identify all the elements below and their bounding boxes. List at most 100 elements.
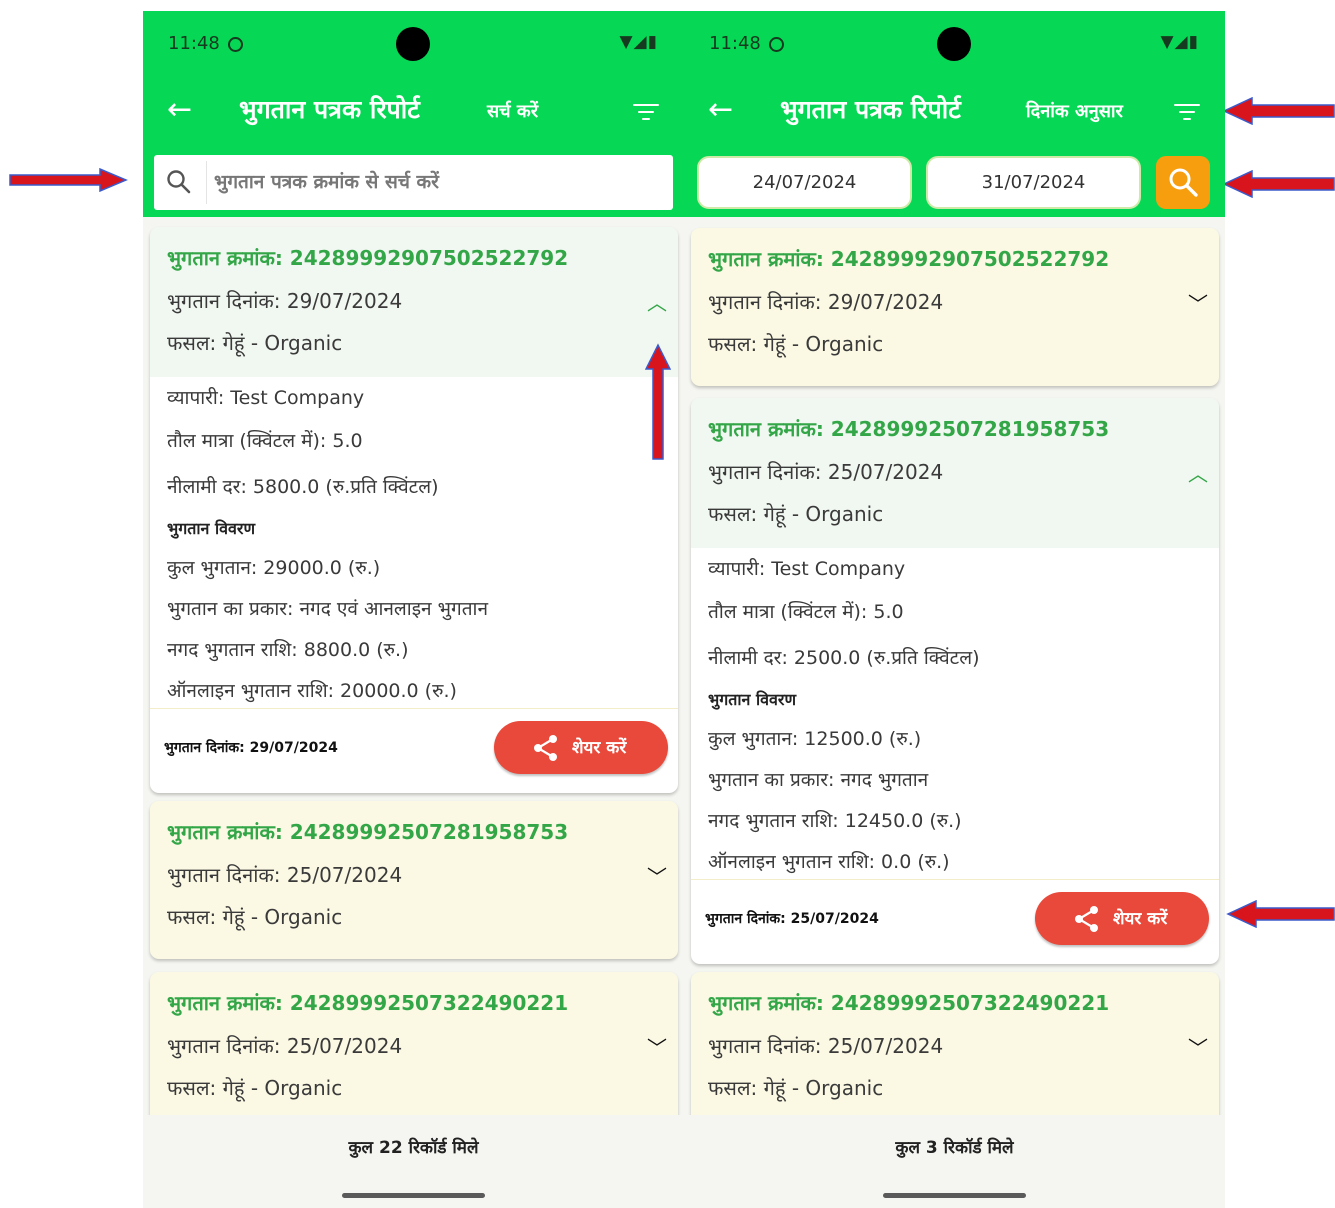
phone-screen-date-filter: 11:48 ▼◢▮ ← भुगतान पत्रक रिपोर्ट दिनांक … <box>684 11 1225 1208</box>
chevron-down-icon[interactable]: ﹀ <box>647 867 667 887</box>
share-label: शेयर करें <box>1113 909 1168 929</box>
payment-card-expanded-body: भुगतान क्रमांक: 24289992907502522792 भुग… <box>150 227 678 793</box>
page-title: भुगतान पत्रक रिपोर्ट <box>780 95 961 124</box>
payment-card: भुगतान क्रमांक: 24289992907502522792 भुग… <box>691 228 1219 386</box>
app-header: 11:48 ▼◢▮ ← भुगतान पत्रक रिपोर्ट सर्च कर… <box>143 11 684 217</box>
cash-payment: नगद भुगतान राशि: 12450.0 (रु.) <box>708 810 962 832</box>
payment-details-heading: भुगतान विवरण <box>708 690 797 709</box>
weight-quantity: तौल मात्रा (क्विंटल में): 5.0 <box>708 601 904 623</box>
phone-screen-search: 11:48 ▼◢▮ ← भुगतान पत्रक रिपोर्ट सर्च कर… <box>143 11 684 1208</box>
status-ring-icon <box>769 37 784 52</box>
payment-number: भुगतान क्रमांक: 24289992907502522792 <box>708 247 1110 271</box>
status-ring-icon <box>228 37 243 52</box>
chevron-up-icon[interactable]: ︿ <box>1188 464 1208 484</box>
to-date-field[interactable]: 31/07/2024 <box>926 156 1141 209</box>
payment-type: भुगतान का प्रकार: नगद भुगतान <box>708 769 929 791</box>
weight-quantity: तौल मात्रा (क्विंटल में): 5.0 <box>167 430 363 452</box>
status-icons: ▼◢▮ <box>1160 32 1199 52</box>
search-icon <box>1169 168 1198 197</box>
annotation-arrow-share-right <box>1226 900 1335 928</box>
crop-name: फसल: गेहूं - Organic <box>167 331 343 355</box>
filter-icon[interactable] <box>633 101 659 123</box>
share-icon <box>534 735 557 761</box>
chevron-up-icon[interactable]: ︿ <box>647 293 667 313</box>
payment-date: भुगतान दिनांक: 29/07/2024 <box>167 289 403 313</box>
crop-name: फसल: गेहूं - Organic <box>708 332 884 356</box>
payment-date: भुगतान दिनांक: 25/07/2024 <box>167 1034 403 1058</box>
back-arrow-icon[interactable]: ← <box>167 92 192 128</box>
search-input[interactable] <box>214 162 664 202</box>
payment-date: भुगतान दिनांक: 25/07/2024 <box>708 1034 944 1058</box>
card-header[interactable]: भुगतान क्रमांक: 24289992507281958753 भुग… <box>691 398 1219 548</box>
payment-date: भुगतान दिनांक: 25/07/2024 <box>708 460 944 484</box>
app-header: 11:48 ▼◢▮ ← भुगतान पत्रक रिपोर्ट दिनांक … <box>684 11 1225 217</box>
annotation-arrow-collapse <box>645 343 671 460</box>
payment-number: भुगतान क्रमांक: 24289992507322490221 <box>708 991 1110 1015</box>
home-indicator[interactable] <box>342 1193 485 1198</box>
date-mode-label[interactable]: दिनांक अनुसार <box>1026 99 1123 125</box>
card-divider <box>150 708 678 709</box>
page-title: भुगतान पत्रक रिपोर्ट <box>239 95 420 124</box>
crop-name: फसल: गेहूं - Organic <box>167 905 343 929</box>
payment-number: भुगतान क्रमांक: 24289992507322490221 <box>167 991 569 1015</box>
footer-payment-date: भुगतान दिनांक: 25/07/2024 <box>705 911 879 927</box>
share-label: शेयर करें <box>572 738 627 758</box>
payment-type: भुगतान का प्रकार: नगद एवं आनलाइन भुगतान <box>167 598 488 620</box>
total-payment: कुल भुगतान: 29000.0 (रु.) <box>167 557 381 579</box>
record-count: कुल 22 रिकॉर्ड मिले <box>348 1138 479 1158</box>
share-icon <box>1075 906 1098 932</box>
payment-details-heading: भुगतान विवरण <box>167 519 256 538</box>
date-search-button[interactable] <box>1156 156 1210 209</box>
payment-date: भुगतान दिनांक: 29/07/2024 <box>708 290 944 314</box>
payment-list: भुगतान क्रमांक: 24289992907502522792 भुग… <box>684 217 1225 1115</box>
record-count: कुल 3 रिकॉर्ड मिले <box>895 1138 1014 1158</box>
footer-payment-date: भुगतान दिनांक: 29/07/2024 <box>164 740 338 756</box>
home-indicator[interactable] <box>883 1193 1026 1198</box>
share-button[interactable]: शेयर करें <box>1035 892 1209 945</box>
card-header[interactable]: भुगतान क्रमांक: 24289992507281958753 भुग… <box>150 801 678 951</box>
card-header[interactable]: भुगतान क्रमांक: 24289992907502522792 भुग… <box>691 228 1219 378</box>
chevron-down-icon[interactable]: ﹀ <box>1188 294 1208 314</box>
record-count-bar: कुल 22 रिकॉर्ड मिले <box>143 1115 684 1185</box>
search-mode-label[interactable]: सर्च करें <box>487 99 538 125</box>
online-payment: ऑनलाइन भुगतान राशि: 20000.0 (रु.) <box>167 680 457 702</box>
back-arrow-icon[interactable]: ← <box>708 92 733 128</box>
card-header[interactable]: भुगतान क्रमांक: 24289992507322490221 भुग… <box>150 972 678 1115</box>
auction-rate: नीलामी दर: 2500.0 (रु.प्रति क्विंटल) <box>708 647 980 669</box>
card-header[interactable]: भुगतान क्रमांक: 24289992507322490221 भुग… <box>691 972 1219 1115</box>
payment-number: भुगतान क्रमांक: 24289992507281958753 <box>708 417 1110 441</box>
online-payment: ऑनलाइन भुगतान राशि: 0.0 (रु.) <box>708 851 950 873</box>
payment-number: भुगतान क्रमांक: 24289992507281958753 <box>167 820 569 844</box>
status-time: 11:48 <box>168 33 220 54</box>
payment-card: भुगतान क्रमांक: 24289992507281958753 भुग… <box>691 398 1219 964</box>
chevron-down-icon[interactable]: ﹀ <box>647 1038 667 1058</box>
camera-cutout <box>937 27 971 61</box>
from-date-field[interactable]: 24/07/2024 <box>697 156 912 209</box>
chevron-down-icon[interactable]: ﹀ <box>1188 1038 1208 1058</box>
annotation-arrow-filter-right <box>1222 97 1335 125</box>
payment-card: भुगतान क्रमांक: 24289992507322490221 भुग… <box>691 972 1219 1115</box>
filter-icon[interactable] <box>1174 101 1200 123</box>
total-payment: कुल भुगतान: 12500.0 (रु.) <box>708 728 922 750</box>
share-button[interactable]: शेयर करें <box>494 721 668 774</box>
cash-payment: नगद भुगतान राशि: 8800.0 (रु.) <box>167 639 409 661</box>
card-header[interactable]: भुगतान क्रमांक: 24289992907502522792 भुग… <box>150 227 678 377</box>
trader-name: व्यापारी: Test Company <box>708 558 906 580</box>
search-icon <box>167 170 191 194</box>
search-bar <box>154 155 673 210</box>
status-time: 11:48 <box>709 33 761 54</box>
payment-card: भुगतान क्रमांक: 24289992507281958753 भुग… <box>150 801 678 959</box>
record-count-bar: कुल 3 रिकॉर्ड मिले <box>684 1115 1225 1185</box>
auction-rate: नीलामी दर: 5800.0 (रु.प्रति क्विंटल) <box>167 476 439 498</box>
status-icons: ▼◢▮ <box>619 32 658 52</box>
crop-name: फसल: गेहूं - Organic <box>708 1076 884 1100</box>
annotation-arrow-search-left <box>9 168 128 192</box>
camera-cutout <box>396 27 430 61</box>
payment-list: भुगतान क्रमांक: 24289992907502522792 भुग… <box>143 217 684 1115</box>
payment-date: भुगतान दिनांक: 25/07/2024 <box>167 863 403 887</box>
card-divider <box>691 879 1219 880</box>
crop-name: फसल: गेहूं - Organic <box>167 1076 343 1100</box>
crop-name: फसल: गेहूं - Organic <box>708 502 884 526</box>
payment-number: भुगतान क्रमांक: 24289992907502522792 <box>167 246 569 270</box>
search-divider <box>206 161 207 204</box>
